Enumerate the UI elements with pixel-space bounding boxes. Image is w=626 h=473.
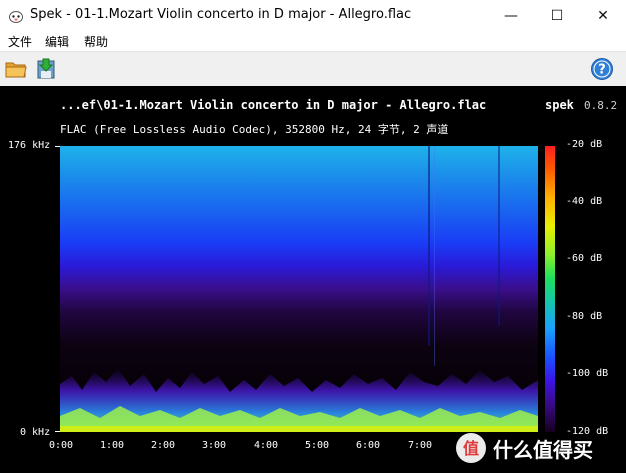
maximize-icon: ☐ [550, 7, 564, 24]
watermark: 值 什么值得买 [455, 428, 625, 468]
folder-open-icon[interactable] [4, 57, 28, 81]
spectrogram-view: ...ef\01-1.Mozart Violin concerto in D m… [0, 86, 626, 473]
close-button[interactable]: ✕ [580, 0, 626, 31]
window-title: Spek - 01-1.Mozart Violin concerto in D … [30, 7, 412, 22]
toolbar: ? [0, 51, 626, 86]
freq-bottom-label: 0 kHz [20, 427, 51, 438]
file-info: FLAC (Free Lossless Audio Codec), 352800… [60, 123, 449, 136]
close-icon: ✕ [597, 7, 609, 24]
time-label: 0:00 [49, 440, 74, 451]
time-label: 7:00 [408, 440, 433, 451]
time-label: 6:00 [356, 440, 381, 451]
svg-text:值: 值 [463, 439, 479, 458]
time-label: 5:00 [305, 440, 330, 451]
app-name: spek [545, 98, 574, 112]
time-label: 1:00 [100, 440, 125, 451]
db-color-bar [545, 146, 555, 432]
minimize-button[interactable]: — [488, 0, 534, 31]
db-label: -80 dB [566, 311, 603, 322]
db-label: -20 dB [566, 139, 603, 150]
time-label: 4:00 [254, 440, 279, 451]
watermark-text: 什么值得买 [493, 437, 593, 462]
file-title: ...ef\01-1.Mozart Violin concerto in D m… [60, 98, 487, 112]
menu-bar: 文件 编辑 帮助 [0, 31, 626, 51]
save-icon[interactable] [34, 57, 58, 81]
svg-text:?: ? [598, 63, 606, 78]
minimize-icon: — [504, 7, 518, 24]
time-label: 2:00 [151, 440, 176, 451]
freq-top-label: 176 kHz [8, 140, 51, 151]
smzdm-logo-icon: 值 [456, 433, 486, 463]
db-label: -60 dB [566, 253, 603, 264]
title-bar: Spek - 01-1.Mozart Violin concerto in D … [0, 0, 626, 31]
spectrogram-image [60, 146, 538, 432]
app-version: 0.8.2 [584, 99, 618, 112]
maximize-button[interactable]: ☐ [534, 0, 580, 31]
menu-help[interactable]: 帮助 [84, 33, 108, 50]
time-label: 3:00 [202, 440, 227, 451]
menu-edit[interactable]: 编辑 [45, 33, 69, 50]
help-icon[interactable]: ? [590, 57, 614, 81]
db-label: -100 dB [566, 368, 609, 379]
db-label: -40 dB [566, 196, 603, 207]
spek-app-icon [9, 11, 23, 23]
menu-file[interactable]: 文件 [8, 33, 32, 50]
